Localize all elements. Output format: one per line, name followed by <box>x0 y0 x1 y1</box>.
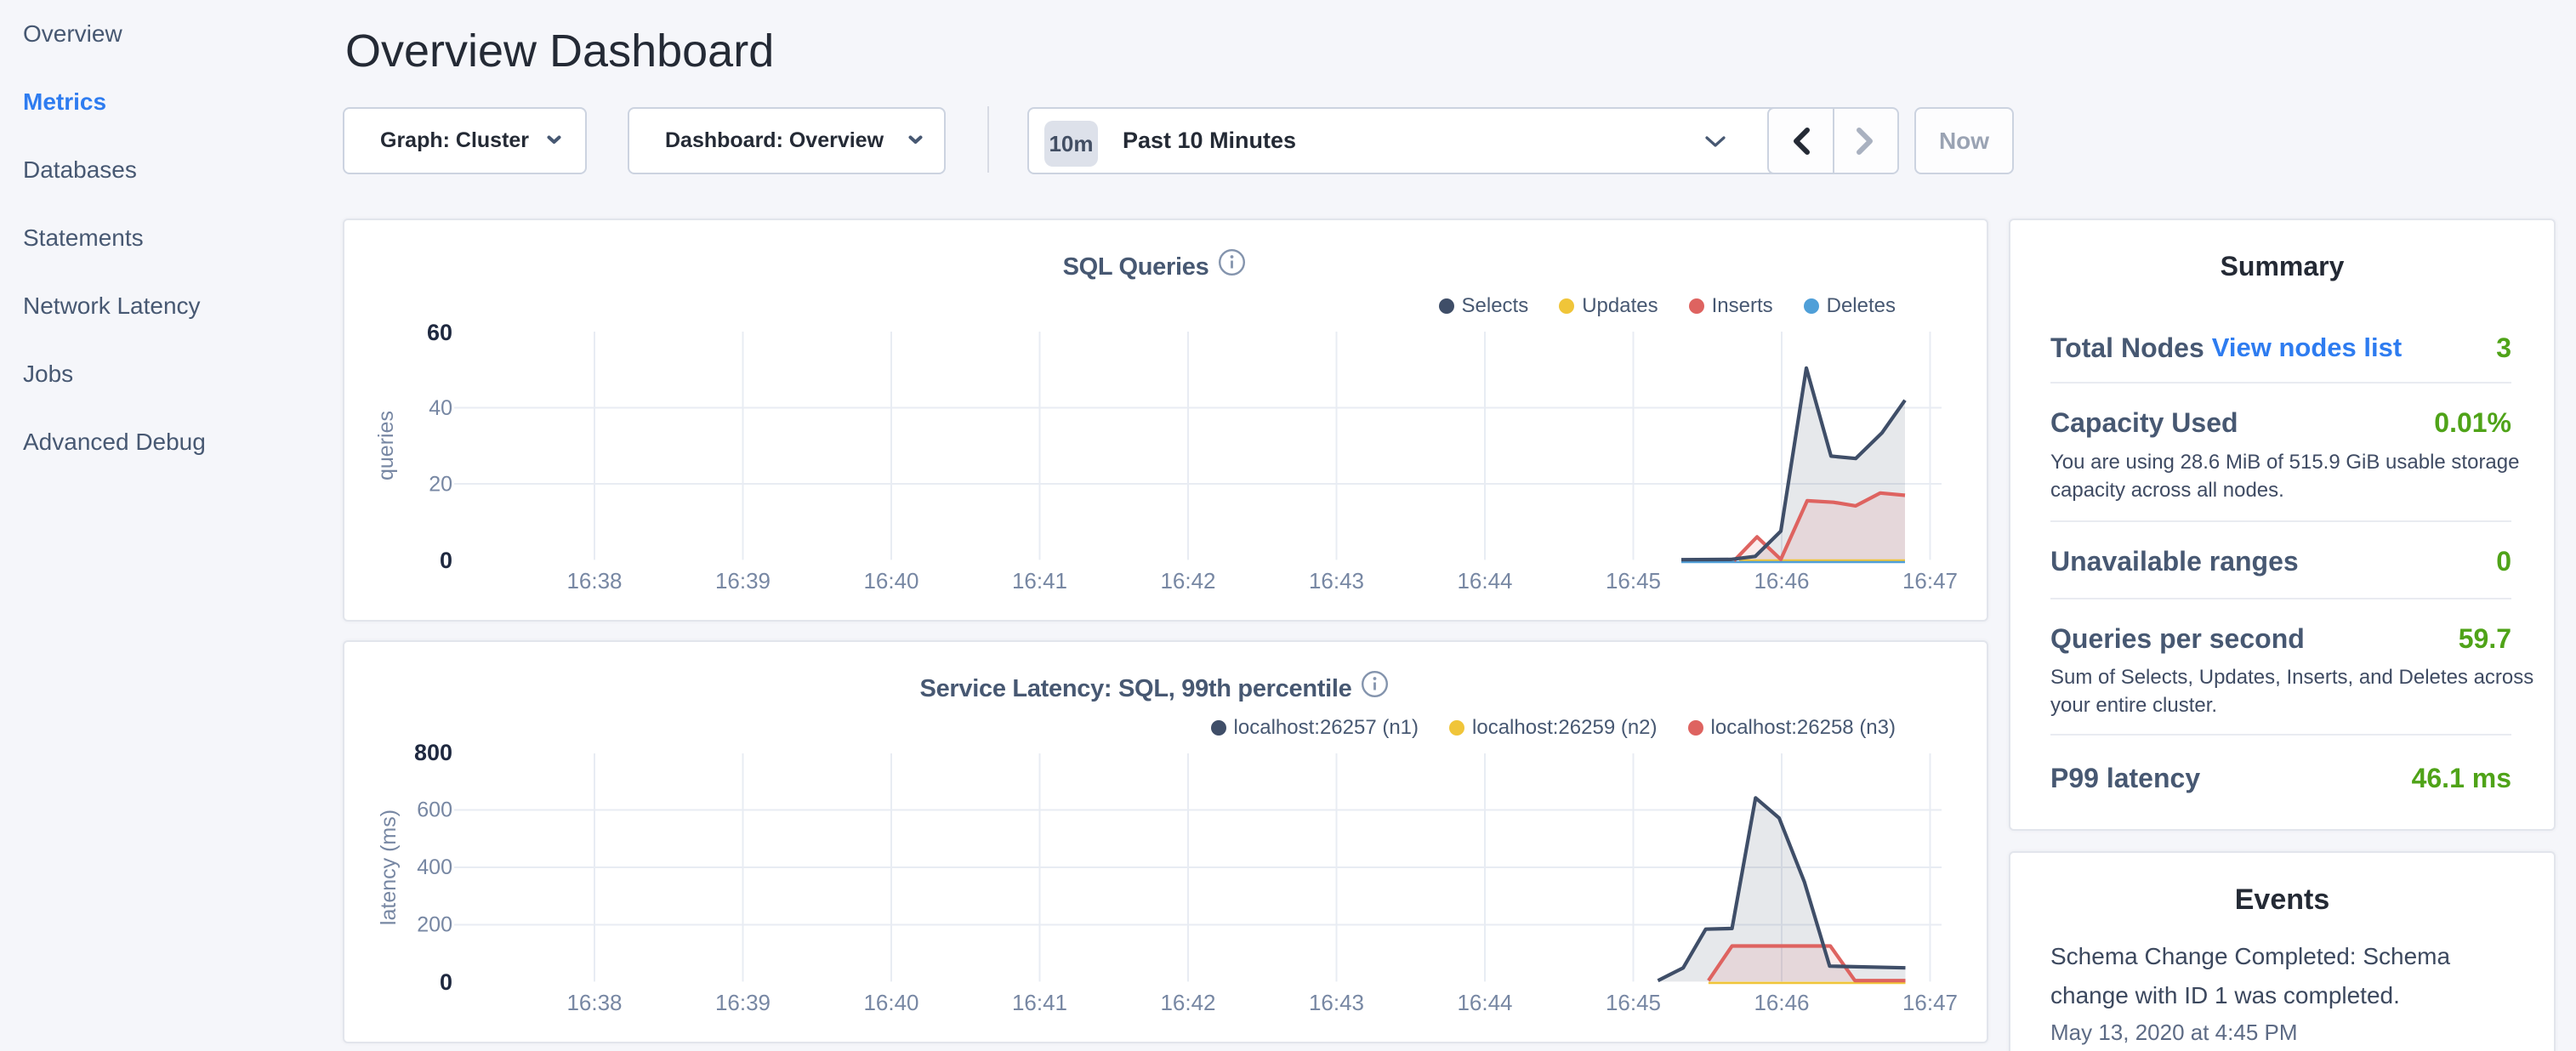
svg-text:16:40: 16:40 <box>863 990 918 1015</box>
svg-text:16:44: 16:44 <box>1457 990 1512 1015</box>
svg-text:800: 800 <box>414 740 452 765</box>
svg-text:60: 60 <box>427 320 452 345</box>
svg-text:16:41: 16:41 <box>1012 568 1067 594</box>
svg-text:16:45: 16:45 <box>1606 990 1661 1015</box>
svg-text:16:46: 16:46 <box>1754 568 1809 594</box>
svg-text:0: 0 <box>440 969 452 995</box>
svg-text:16:38: 16:38 <box>566 990 622 1015</box>
svg-text:600: 600 <box>417 798 452 822</box>
svg-text:16:47: 16:47 <box>1902 568 1958 594</box>
svg-text:400: 400 <box>417 855 452 879</box>
svg-text:200: 200 <box>417 913 452 937</box>
svg-text:16:39: 16:39 <box>715 990 771 1015</box>
svg-text:16:39: 16:39 <box>715 568 771 594</box>
svg-text:40: 40 <box>429 396 452 420</box>
svg-text:16:38: 16:38 <box>566 568 622 594</box>
svg-text:16:47: 16:47 <box>1902 990 1958 1015</box>
svg-text:20: 20 <box>429 473 452 497</box>
svg-text:16:43: 16:43 <box>1309 568 1364 594</box>
svg-text:16:43: 16:43 <box>1309 990 1364 1015</box>
svg-text:16:44: 16:44 <box>1457 568 1512 594</box>
svg-text:16:41: 16:41 <box>1012 990 1067 1015</box>
svg-text:16:42: 16:42 <box>1160 990 1215 1015</box>
svg-text:0: 0 <box>440 548 452 573</box>
svg-text:16:40: 16:40 <box>863 568 918 594</box>
svg-text:16:42: 16:42 <box>1160 568 1215 594</box>
svg-text:16:45: 16:45 <box>1606 568 1661 594</box>
svg-text:16:46: 16:46 <box>1754 990 1809 1015</box>
svg-text:queries: queries <box>374 411 398 480</box>
svg-text:latency (ms): latency (ms) <box>377 810 401 925</box>
